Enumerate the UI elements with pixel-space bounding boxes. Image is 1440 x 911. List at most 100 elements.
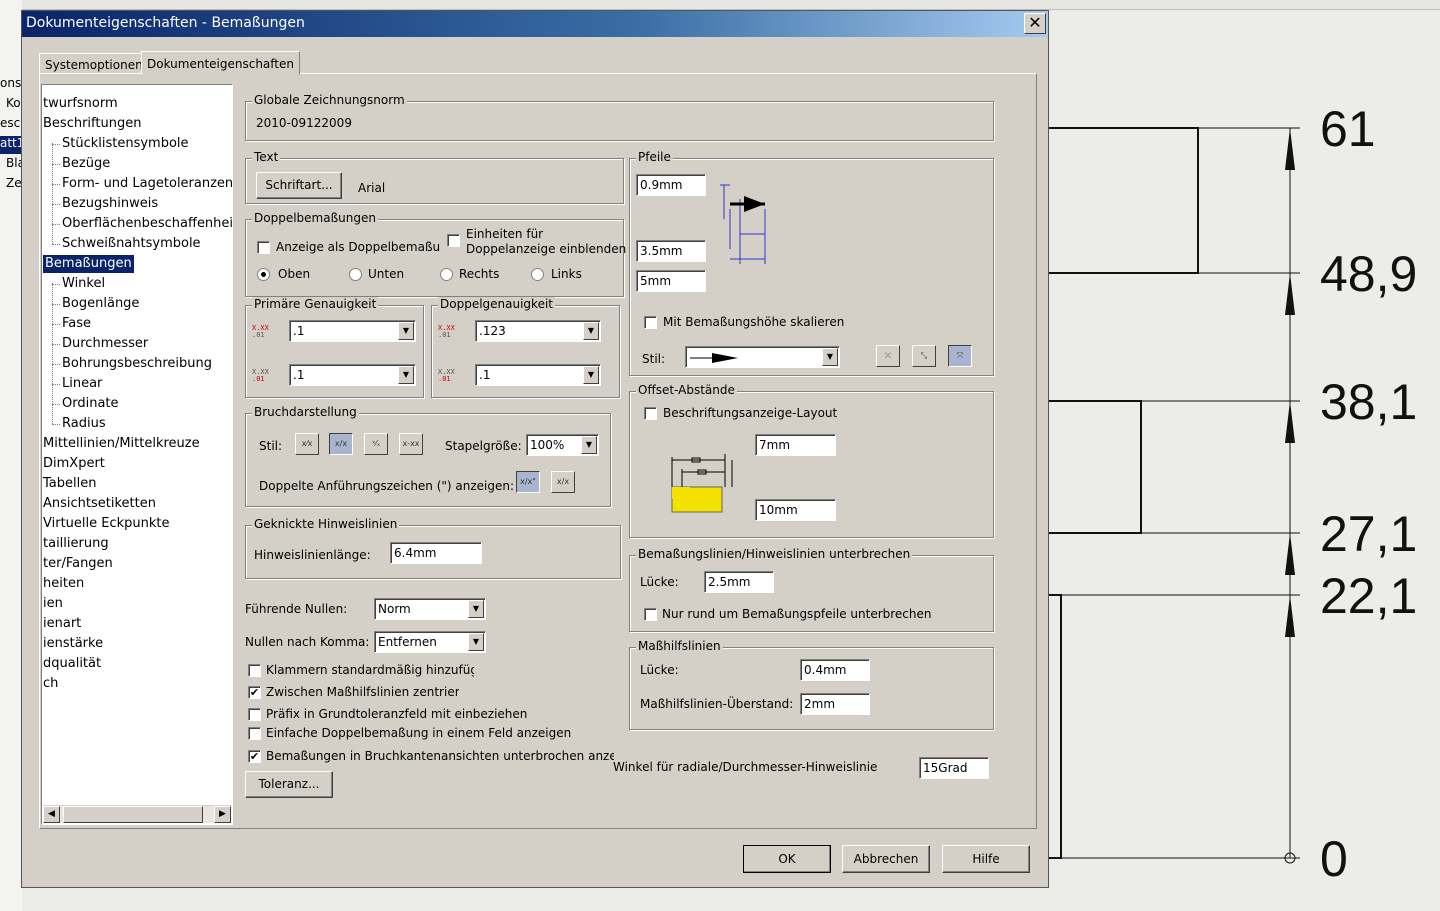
precision-value-icon: X.XX .01	[438, 322, 458, 339]
ok-button[interactable]: OK	[743, 845, 831, 873]
tree-item[interactable]: Tabellen	[43, 475, 96, 493]
fraction-stacked-icon[interactable]: x/x	[329, 433, 353, 455]
dropdown-arrow-icon[interactable]: ▼	[583, 366, 599, 384]
radio-rechts[interactable]	[440, 268, 453, 281]
tree-item[interactable]: Virtuelle Eckpunkte	[43, 515, 170, 533]
dropdown-arrow-icon[interactable]: ▼	[398, 322, 414, 340]
drawing-canvas[interactable]: 61 48,9 38,1 27,1 22,1 0	[1048, 10, 1440, 911]
dropdown-arrow-icon[interactable]: ▼	[468, 633, 484, 651]
property-tree[interactable]: twurfsnorm Beschriftungen Stücklistensymbo…	[41, 84, 233, 825]
tree-item[interactable]: Bezugshinweis	[62, 195, 158, 213]
fraction-none-icon[interactable]: x⁄x	[295, 433, 319, 455]
tree-item[interactable]: Linear	[62, 375, 102, 393]
tree-item[interactable]: Durchmesser	[62, 335, 148, 353]
radio-oben[interactable]	[257, 268, 270, 281]
scroll-left-button[interactable]: ◀	[43, 806, 60, 823]
leading-zeros-select[interactable]: Norm ▼	[374, 598, 486, 620]
tree-item[interactable]: Bemaßungen	[43, 255, 134, 273]
ext-overshoot-input[interactable]: 2mm	[800, 693, 870, 715]
dropdown-arrow-icon[interactable]: ▼	[581, 436, 597, 454]
arrow-width-input[interactable]: 3.5mm	[636, 240, 706, 262]
dropdown-arrow-icon[interactable]: ▼	[822, 348, 838, 366]
tree-item[interactable]: ien	[43, 595, 63, 613]
offset-top-input[interactable]: 7mm	[755, 434, 836, 456]
tree-item[interactable]: Beschriftungen	[43, 115, 141, 133]
scale-with-height-checkbox[interactable]	[644, 316, 657, 329]
tree-item[interactable]: heiten	[43, 575, 84, 593]
option-prefix-checkbox[interactable]	[248, 708, 261, 721]
tree-item[interactable]: Oberflächenbeschaffenheit	[62, 215, 232, 233]
tree-item[interactable]: Ordinate	[62, 395, 119, 413]
dropdown-arrow-icon[interactable]: ▼	[583, 322, 599, 340]
arrow-outside-icon[interactable]: ⤫	[876, 345, 900, 367]
tree-item[interactable]: Ansichtsetiketten	[43, 495, 156, 513]
layout-display-checkbox[interactable]	[644, 407, 657, 420]
option-center-checkbox[interactable]: ✔	[248, 686, 261, 699]
close-button[interactable]: ✕	[1024, 13, 1046, 34]
break-only-arrows-checkbox[interactable]	[644, 608, 657, 621]
arrow-smart-icon[interactable]: ⤧	[948, 345, 972, 367]
dual-tolerance-precision-select[interactable]: .1 ▼	[475, 364, 601, 386]
tree-item[interactable]: Radius	[62, 415, 106, 433]
arrow-length-input[interactable]: 5mm	[636, 270, 706, 292]
tree-connector	[52, 324, 60, 325]
tree-horizontal-scrollbar[interactable]: ◀ ▶	[43, 805, 231, 823]
tree-item[interactable]: Bezüge	[62, 155, 110, 173]
radio-links[interactable]	[531, 268, 544, 281]
double-quote-off-icon[interactable]: x/x	[551, 471, 575, 493]
tree-item[interactable]: Mittellinien/Mittelkreuze	[43, 435, 200, 453]
group-legend: Globale Zeichnungsnorm	[252, 93, 407, 107]
option-break-views-checkbox[interactable]: ✔	[248, 750, 261, 763]
arrow-inside-icon[interactable]: ⤡	[912, 345, 936, 367]
dropdown-arrow-icon[interactable]: ▼	[398, 366, 414, 384]
scroll-thumb[interactable]	[63, 806, 203, 823]
tree-item[interactable]: twurfsnorm	[43, 95, 118, 113]
tree-item[interactable]: dqualität	[43, 655, 101, 673]
tree-item[interactable]: Form- und Lagetoleranzen	[62, 175, 232, 193]
dropdown-arrow-icon[interactable]: ▼	[468, 600, 484, 618]
fraction-inline-icon[interactable]: x-xx	[399, 433, 423, 455]
ext-gap-input[interactable]: 0.4mm	[800, 659, 870, 681]
tree-item[interactable]: Fase	[62, 315, 91, 333]
arrow-style-select[interactable]: ▼	[685, 346, 840, 368]
tree-item[interactable]: ch	[43, 675, 58, 693]
font-button[interactable]: Schriftart...	[256, 172, 342, 199]
tree-item[interactable]: ienstärke	[43, 635, 103, 653]
scroll-right-button[interactable]: ▶	[214, 806, 231, 823]
tree-item[interactable]: Stücklistensymbole	[62, 135, 189, 153]
tab-dokumenteigenschaften[interactable]: Dokumenteigenschaften	[141, 51, 300, 75]
help-button[interactable]: Hilfe	[942, 845, 1030, 873]
tree-item[interactable]: ienart	[43, 615, 81, 633]
radio-unten[interactable]	[349, 268, 362, 281]
tree-item[interactable]: ter/Fangen	[43, 555, 113, 573]
tree-item[interactable]: Winkel	[62, 275, 105, 293]
tolerance-button[interactable]: Toleranz...	[245, 771, 333, 798]
leader-length-input[interactable]: 6.4mm	[390, 542, 482, 564]
trailing-zeros-select[interactable]: Entfernen ▼	[374, 631, 486, 653]
show-units-checkbox[interactable]	[447, 234, 460, 247]
tree-item[interactable]: Bogenlänge	[62, 295, 139, 313]
offset-bottom-input[interactable]: 10mm	[755, 499, 836, 521]
primary-tolerance-precision-select[interactable]: .1 ▼	[289, 364, 416, 386]
break-gap-input[interactable]: 2.5mm	[704, 571, 774, 593]
primary-precision-select[interactable]: .1 ▼	[289, 320, 416, 342]
stack-size-select[interactable]: 100% ▼	[526, 434, 599, 456]
fraction-diagonal-icon[interactable]: ˣ⁄ₓ	[364, 433, 388, 455]
option-single-dual-checkbox[interactable]	[248, 727, 261, 740]
dual-precision-select[interactable]: .123 ▼	[475, 320, 601, 342]
arrow-height-input[interactable]: 0.9mm	[636, 174, 706, 196]
cancel-button[interactable]: Abbrechen	[842, 845, 930, 873]
tree-item[interactable]: DimXpert	[43, 455, 105, 473]
radial-angle-input[interactable]: 15Grad	[919, 757, 989, 779]
show-dual-label: Anzeige als Doppelbemaßung	[276, 240, 441, 254]
double-quote-on-icon[interactable]: x/x"	[516, 471, 540, 493]
tree-item[interactable]: Bohrungsbeschreibung	[62, 355, 212, 373]
option-brackets-checkbox[interactable]	[248, 664, 261, 677]
tab-systemoptionen[interactable]: Systemoptionen	[39, 53, 149, 74]
dialog-titlebar[interactable]: Dokumenteigenschaften - Bemaßungen ✕	[22, 11, 1048, 37]
ordinate-dimension-drawing	[1048, 127, 1300, 864]
tree-item[interactable]: taillierung	[43, 535, 109, 553]
tree-item[interactable]: Schweißnahtsymbole	[62, 235, 201, 253]
dimension-label: 27,1	[1320, 506, 1418, 562]
show-dual-checkbox[interactable]	[257, 241, 270, 254]
